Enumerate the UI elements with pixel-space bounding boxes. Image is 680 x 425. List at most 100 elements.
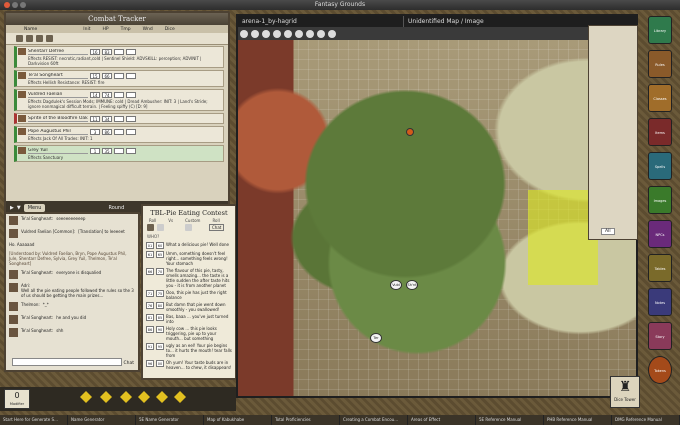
- modifier-box[interactable]: 0 Modifier: [4, 389, 30, 409]
- erase-icon[interactable]: [262, 29, 270, 38]
- hotkey-item[interactable]: PHB Reference Manual: [544, 415, 612, 425]
- ct-row[interactable]: Te'al Songheart 15 66 Effects Hellish Resi…: [14, 70, 224, 87]
- hotkey-item[interactable]: DMG Reference Manual: [612, 415, 680, 425]
- hotkey-item[interactable]: Start Here for Generate S...: [0, 415, 68, 425]
- hotkey-item[interactable]: Creating a Combat Encou...: [340, 415, 408, 425]
- ct-row-wnd[interactable]: [126, 128, 136, 135]
- grid-icon[interactable]: [284, 29, 292, 38]
- map-token-red[interactable]: [406, 128, 414, 136]
- ct-row-wnd[interactable]: [126, 115, 136, 122]
- ct-row-active[interactable]: Grey Yuil 1 35 Effects Sanctuary: [14, 145, 224, 162]
- hotkey-item[interactable]: Areas of Effect: [408, 415, 476, 425]
- map-token[interactable]: Ter: [370, 333, 382, 343]
- ct-row-init[interactable]: 11: [90, 115, 100, 122]
- ct-row[interactable]: Vuldred Faelian 14 74 Effects Dagdulek's S…: [14, 89, 224, 111]
- ct-row-tmp[interactable]: [114, 48, 124, 55]
- ct-row-hp[interactable]: 83: [102, 48, 112, 55]
- chat-input[interactable]: [12, 358, 122, 366]
- custom-icon[interactable]: [185, 224, 192, 231]
- dice-tower[interactable]: ♜ Dice Tower: [610, 376, 640, 408]
- book-items[interactable]: Items: [648, 118, 672, 146]
- book-tables[interactable]: Tables: [648, 254, 672, 282]
- ct-row[interactable]: Pope Augustus Phil 3 86 Effects Jack Of Al…: [14, 126, 224, 143]
- zoom-icon[interactable]: [306, 29, 314, 38]
- ct-row-init[interactable]: 15: [90, 72, 100, 79]
- ct-row-wnd[interactable]: [126, 91, 136, 98]
- ct-row-name[interactable]: Sprite of the Bloodfire Oak: [28, 116, 88, 122]
- ct-row-tmp[interactable]: [114, 115, 124, 122]
- ct-row-name[interactable]: Grey Yuil: [28, 148, 88, 154]
- d10-icon[interactable]: [138, 391, 150, 403]
- ct-row-hp[interactable]: 34: [102, 115, 112, 122]
- book-library[interactable]: Library: [648, 16, 672, 44]
- book-story[interactable]: Story: [648, 322, 672, 350]
- ct-row-tmp[interactable]: [114, 128, 124, 135]
- hotkey-item[interactable]: 5E Reference Manual: [476, 415, 544, 425]
- map-token[interactable]: Vuld: [390, 280, 402, 290]
- maximize-icon[interactable]: [20, 2, 26, 8]
- ct-row-wnd[interactable]: [126, 72, 136, 79]
- book-tokens[interactable]: Tokens: [648, 356, 672, 384]
- eye-icon[interactable]: [26, 35, 33, 42]
- next-icon[interactable]: ▼: [17, 205, 21, 211]
- ct-row-wnd[interactable]: [126, 48, 136, 55]
- ct-row-wnd[interactable]: [126, 147, 136, 154]
- menu-button[interactable]: Menu: [23, 203, 46, 212]
- ct-row-name[interactable]: Te'al Songheart: [28, 73, 88, 79]
- settings-icon[interactable]: [328, 29, 336, 38]
- ct-row-name[interactable]: Shentarr Defree: [28, 49, 88, 55]
- shield-icon[interactable]: [16, 35, 23, 42]
- mask-icon[interactable]: [273, 29, 281, 38]
- d4-icon[interactable]: [80, 391, 92, 403]
- ct-row-tmp[interactable]: [114, 147, 124, 154]
- d20-icon[interactable]: [174, 391, 186, 403]
- ct-row-init[interactable]: 3: [90, 128, 100, 135]
- book-notes[interactable]: Notes: [648, 288, 672, 316]
- hotkey-item[interactable]: Map of Kabukhabe: [204, 415, 272, 425]
- ct-row-hp[interactable]: 74: [102, 91, 112, 98]
- map-tab-arena[interactable]: arena-1_by-hagrid: [238, 16, 404, 27]
- d6-icon[interactable]: [100, 391, 112, 403]
- ct-row[interactable]: Shentarr Defree 16 83 Effects RESIST: necr…: [14, 46, 224, 68]
- book-classes[interactable]: Classes: [648, 84, 672, 112]
- map-tab-unidentified[interactable]: Unidentified Map / Image: [404, 16, 484, 27]
- effect-icon[interactable]: [46, 35, 53, 42]
- book-npcs[interactable]: NPCs: [648, 220, 672, 248]
- dice-icon[interactable]: [147, 224, 154, 231]
- hotkey-item[interactable]: Total Proficiencies: [272, 415, 340, 425]
- side-panel-all-button[interactable]: All: [601, 228, 615, 235]
- ct-row-init[interactable]: 16: [90, 48, 100, 55]
- ct-row-name[interactable]: Pope Augustus Phil: [28, 129, 88, 135]
- book-spells[interactable]: Spells: [648, 152, 672, 180]
- ct-row[interactable]: Sprite of the Bloodfire Oak 11 34: [14, 113, 224, 124]
- map-canvas[interactable]: Vuld Sh'nt Ter: [238, 40, 636, 396]
- book-rules[interactable]: Rules: [648, 50, 672, 78]
- target-icon[interactable]: [317, 29, 325, 38]
- ct-row-tmp[interactable]: [114, 72, 124, 79]
- pointer-icon[interactable]: [240, 29, 248, 38]
- ct-row-name[interactable]: Vuldred Faelian: [28, 92, 88, 98]
- chat-mode-label[interactable]: Chat: [123, 361, 134, 366]
- ct-row-init[interactable]: 14: [90, 91, 100, 98]
- d8-icon[interactable]: [120, 391, 132, 403]
- ct-row-tmp[interactable]: [114, 91, 124, 98]
- ct-row-init[interactable]: 1: [90, 147, 100, 154]
- map-token[interactable]: Sh'nt: [406, 280, 418, 290]
- ct-row-hp[interactable]: 66: [102, 72, 112, 79]
- close-icon[interactable]: [4, 2, 10, 8]
- story-section: WHO?: [147, 234, 160, 239]
- d12-icon[interactable]: [156, 391, 168, 403]
- minimize-icon[interactable]: [12, 2, 18, 8]
- hotkey-item[interactable]: 5E Name Generator: [136, 415, 204, 425]
- book-images[interactable]: Images: [648, 186, 672, 214]
- lock-icon[interactable]: [295, 29, 303, 38]
- target-icon[interactable]: [36, 35, 43, 42]
- header-name: Name: [24, 26, 38, 32]
- draw-icon[interactable]: [251, 29, 259, 38]
- minus-icon[interactable]: [157, 224, 164, 231]
- play-icon[interactable]: ▶: [10, 205, 14, 211]
- hotkey-item[interactable]: Name Generator: [68, 415, 136, 425]
- ct-row-hp[interactable]: 86: [102, 128, 112, 135]
- ct-row-hp[interactable]: 35: [102, 147, 112, 154]
- chat-button[interactable]: Chat: [209, 224, 225, 231]
